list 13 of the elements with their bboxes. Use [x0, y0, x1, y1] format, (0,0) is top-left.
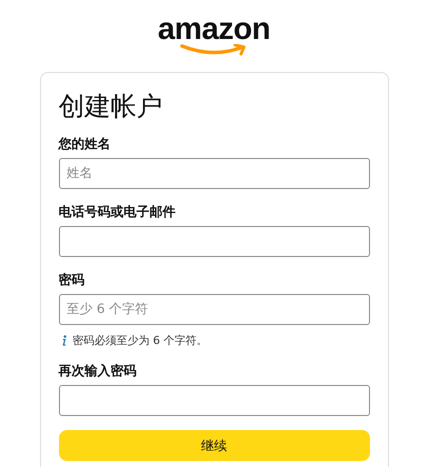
continue-button[interactable]: 继续 — [58, 430, 370, 461]
input-field[interactable] — [58, 385, 370, 416]
input-field[interactable]: 至少 6 个字符 — [58, 294, 370, 325]
input-field[interactable]: 姓名 — [58, 158, 370, 189]
logo-text: amazon — [158, 14, 270, 44]
field-label: 电话号码或电子邮件 — [58, 205, 176, 221]
page-title: 创建帐户 — [58, 91, 164, 123]
field-label: 再次输入密码 — [58, 364, 136, 380]
info-icon — [60, 335, 66, 346]
hint-text: 密码必须至少为 6 个字符。 — [72, 333, 208, 348]
field-label: 密码 — [58, 273, 84, 289]
input-field[interactable] — [58, 226, 370, 257]
field-label: 您的姓名 — [58, 137, 110, 153]
